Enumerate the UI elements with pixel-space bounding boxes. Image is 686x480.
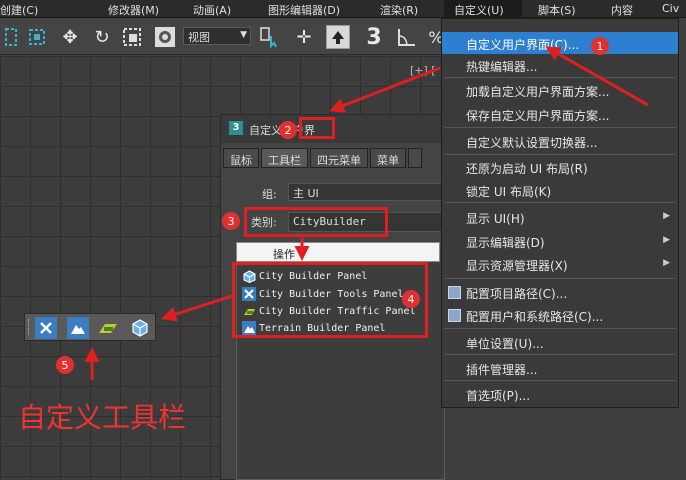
menu-item-customize-ui[interactable]: 自定义用户界面(C)...	[442, 32, 678, 54]
annotation-box-actions	[232, 262, 428, 338]
mountain-icon[interactable]	[67, 317, 89, 339]
menu-bar: 创建(C) 修改器(M) 动画(A) 图形编辑器(D) 渲染(R) 自定义(U)…	[0, 0, 686, 18]
place-icon[interactable]	[153, 25, 177, 49]
tab-quad-menus[interactable]: 四元菜单	[310, 148, 368, 168]
menu-separator	[444, 328, 676, 329]
menu-item-label: 加载自定义用户界面方案...	[466, 85, 610, 99]
tab-colors[interactable]	[408, 148, 422, 168]
snaps-toggle-icon[interactable]: 3	[362, 25, 386, 50]
menu-content[interactable]: 内容	[611, 0, 633, 18]
submenu-arrow-icon: ▶	[663, 235, 670, 245]
toolbar-grip-handle[interactable]	[28, 319, 32, 335]
menu-item-show-ui[interactable]: 显示 UI(H) ▶	[442, 206, 678, 228]
annotation-box-category	[244, 207, 388, 237]
menu-item-defaults-switcher[interactable]: 自定义默认设置切换器...	[442, 130, 678, 152]
customize-dropdown-menu: 自定义用户界面(C)... 热键编辑器... 加载自定义用户界面方案... 保存…	[441, 18, 679, 408]
menu-item-hotkey-editor[interactable]: 热键编辑器...	[442, 54, 678, 76]
menu-customize[interactable]: 自定义(U)	[444, 0, 522, 18]
menu-item-plugin-manager[interactable]: 插件管理器...	[442, 357, 678, 379]
group-label: 组:	[262, 188, 277, 201]
menu-modifiers[interactable]: 修改器(M)	[108, 0, 159, 18]
menu-separator	[444, 77, 676, 78]
menu-item-label: 保存自定义用户界面方案...	[466, 109, 610, 123]
view-select[interactable]: 视图 ▼	[183, 27, 251, 45]
group-select[interactable]: 主 UI	[288, 183, 445, 201]
menu-item-project-paths[interactable]: 配置项目路径(C)...	[442, 281, 678, 303]
menu-scripting[interactable]: 脚本(S)	[538, 0, 576, 18]
chevron-down-icon: ▼	[240, 30, 247, 40]
menu-animation[interactable]: 动画(A)	[193, 0, 231, 18]
menu-item-label: 首选项(P)...	[466, 389, 531, 403]
tab-menus[interactable]: 菜单	[370, 148, 406, 168]
menu-item-label: 自定义用户界面(C)...	[466, 38, 580, 52]
step-badge-1: 1	[591, 37, 609, 55]
menu-item-label: 还原为启动 UI 布局(R)	[466, 162, 588, 176]
cube-icon[interactable]	[129, 317, 151, 339]
custom-toolbar-caption: 自定义工具栏	[18, 401, 187, 434]
menu-item-user-system-paths[interactable]: 配置用户和系统路径(C)...	[442, 304, 678, 326]
step-badge-4: 4	[402, 290, 420, 308]
tab-toolbars[interactable]: 工具栏	[261, 148, 308, 168]
step-badge-3: 3	[222, 212, 240, 230]
submenu-arrow-icon: ▶	[663, 211, 670, 221]
menu-item-units-setup[interactable]: 单位设置(U)...	[442, 331, 678, 353]
step-badge-2: 2	[279, 121, 297, 139]
menu-item-label: 单位设置(U)...	[466, 337, 544, 351]
folder-config-icon	[448, 309, 461, 322]
viewport-label[interactable]: [+] [	[410, 64, 436, 77]
menu-item-label: 自定义默认设置切换器...	[466, 136, 598, 150]
tab-mouse[interactable]: 鼠标	[223, 148, 259, 168]
menu-separator	[444, 380, 676, 381]
select-region-icon[interactable]	[0, 25, 24, 49]
menu-rendering[interactable]: 渲染(R)	[380, 0, 418, 18]
keyboard-shortcut-icon[interactable]	[326, 25, 350, 49]
dialog-tabs: 鼠标 工具栏 四元菜单 菜单	[223, 148, 424, 170]
select-manipulate-icon[interactable]	[256, 25, 280, 49]
menu-item-label: 配置项目路径(C)...	[466, 287, 568, 301]
menu-item-lock-layout[interactable]: 锁定 UI 布局(K)	[442, 179, 678, 201]
tools-icon[interactable]	[35, 317, 57, 339]
menu-item-revert-layout[interactable]: 还原为启动 UI 布局(R)	[442, 156, 678, 178]
menu-item-load-scheme[interactable]: 加载自定义用户界面方案...	[442, 79, 678, 101]
menu-separator	[444, 154, 676, 155]
menu-item-label: 配置用户和系统路径(C)...	[466, 310, 604, 324]
menu-create[interactable]: 创建(C)	[0, 0, 38, 18]
app-logo-icon: 3	[229, 121, 243, 135]
pivot-icon[interactable]: ✛	[292, 25, 316, 49]
menu-item-label: 显示编辑器(D)	[466, 236, 545, 250]
folder-config-icon	[448, 286, 461, 299]
angle-snap-icon[interactable]	[394, 25, 418, 49]
menu-item-label: 锁定 UI 布局(K)	[466, 185, 552, 199]
menu-separator	[444, 127, 676, 128]
window-crossing-icon[interactable]	[25, 25, 49, 49]
annotation-box-toolbars-tab	[299, 117, 335, 139]
menu-item-preferences[interactable]: 首选项(P)...	[442, 383, 678, 405]
menu-separator	[444, 354, 676, 355]
view-select-value: 视图	[188, 31, 210, 44]
menu-item-show-explorers[interactable]: 显示资源管理器(X) ▶	[442, 253, 678, 275]
menu-item-label: 显示资源管理器(X)	[466, 259, 568, 273]
menu-item-label: 热键编辑器...	[466, 60, 538, 74]
menu-graph-editors[interactable]: 图形编辑器(D)	[268, 0, 340, 18]
actions-header[interactable]: 操作	[236, 242, 440, 262]
rotate-icon[interactable]: ↻	[90, 25, 114, 49]
menu-separator	[444, 278, 676, 279]
menu-item-label: 显示 UI(H)	[466, 212, 525, 226]
scale-icon[interactable]	[120, 25, 144, 49]
step-badge-5: 5	[56, 356, 74, 374]
submenu-arrow-icon: ▶	[663, 258, 670, 268]
move-icon[interactable]: ✥	[58, 25, 82, 49]
car-icon[interactable]	[97, 317, 119, 339]
menu-separator	[444, 202, 676, 203]
menu-item-show-editors[interactable]: 显示编辑器(D) ▶	[442, 230, 678, 252]
menu-item-label: 插件管理器...	[466, 363, 538, 377]
menu-civil[interactable]: Civ	[662, 0, 679, 15]
custom-toolbar[interactable]	[24, 313, 156, 341]
menu-item-save-scheme[interactable]: 保存自定义用户界面方案...	[442, 103, 678, 125]
